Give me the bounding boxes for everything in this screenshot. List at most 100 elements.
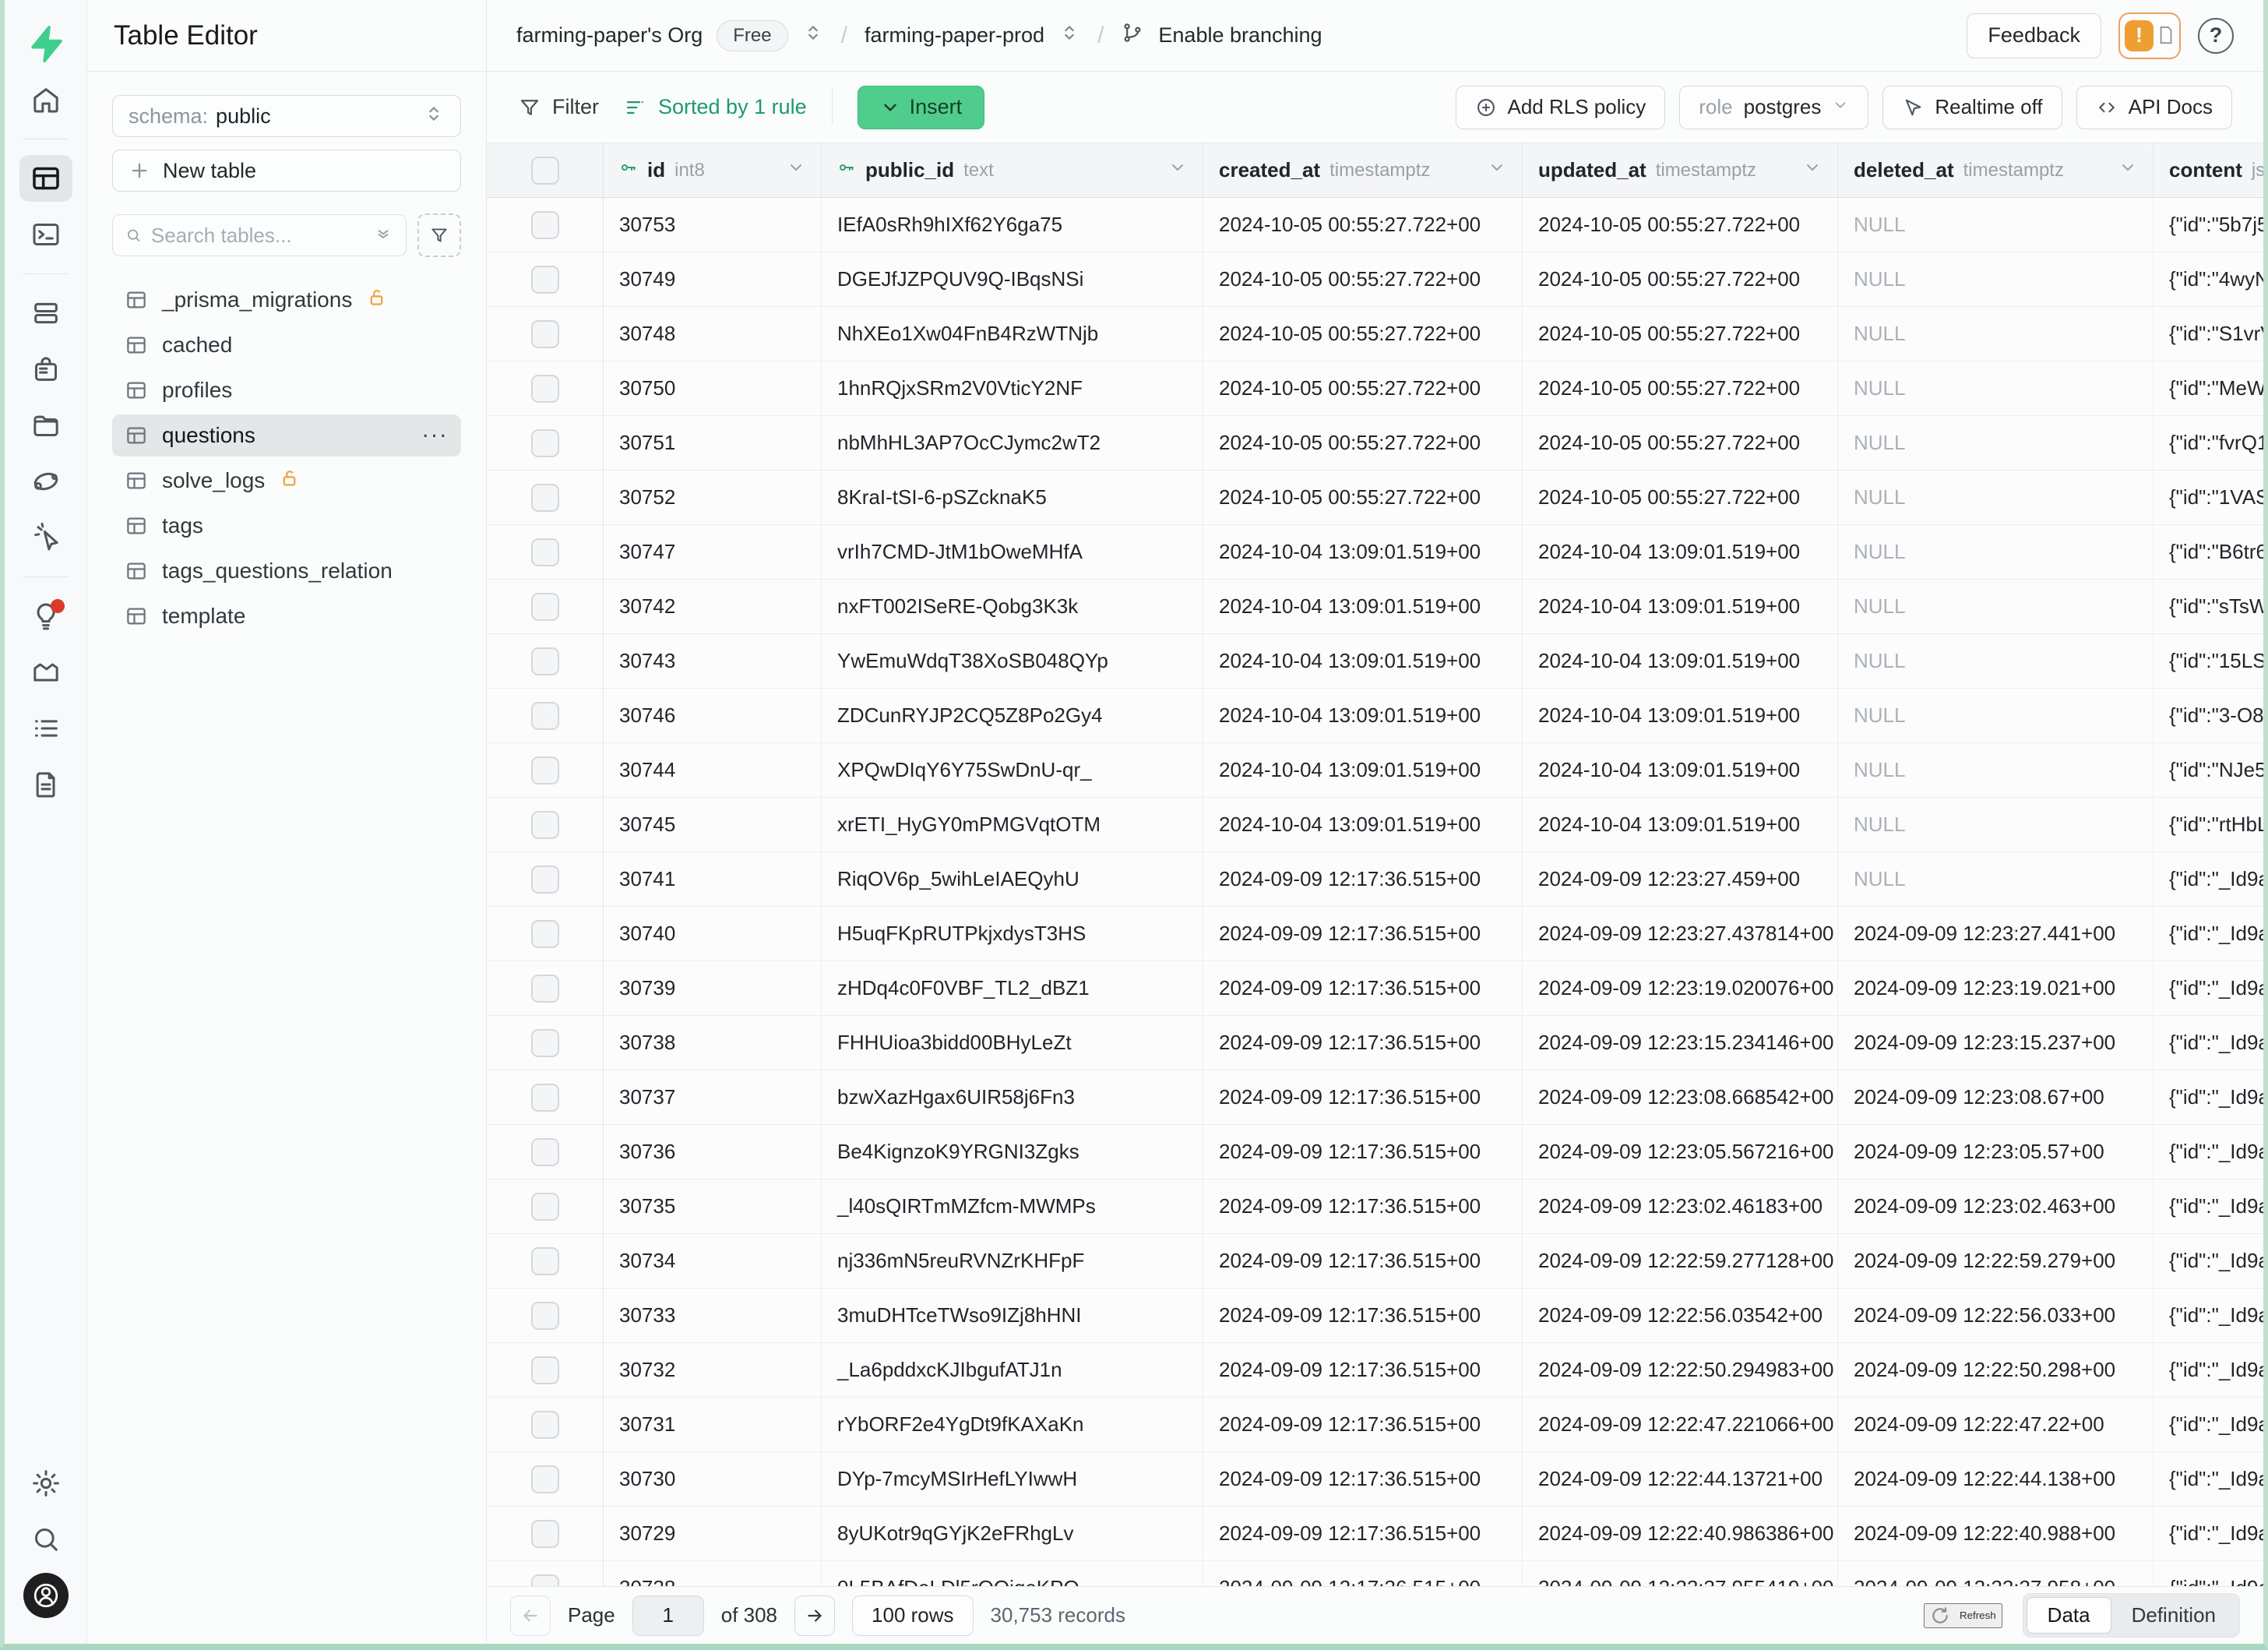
cell-updated-at[interactable]: 2024-09-09 12:22:37.955419+00 bbox=[1523, 1561, 1838, 1586]
row-checkbox[interactable] bbox=[531, 1356, 559, 1384]
cell-updated-at[interactable]: 2024-09-09 12:22:44.13721+00 bbox=[1523, 1452, 1838, 1506]
sort-button[interactable]: Sorted by 1 rule bbox=[624, 95, 807, 119]
cell-deleted-at[interactable]: NULL bbox=[1838, 361, 2154, 415]
table-row[interactable]: 30741 RiqOV6p_5wihLeIAEQyhU 2024-09-09 1… bbox=[487, 852, 2263, 907]
row-checkbox[interactable] bbox=[531, 920, 559, 948]
cell-updated-at[interactable]: 2024-09-09 12:22:40.986386+00 bbox=[1523, 1507, 1838, 1560]
cell-public-id[interactable]: FHHUioa3bidd00BHyLeZt bbox=[822, 1016, 1203, 1070]
table-row[interactable]: 30732 _La6pddxcKJIbgufATJ1n 2024-09-09 1… bbox=[487, 1343, 2263, 1398]
cell-content[interactable]: {"id":"_Id9aLyJpMHQLaiQC bbox=[2154, 852, 2263, 906]
row-checkbox[interactable] bbox=[531, 1193, 559, 1221]
cell-created-at[interactable]: 2024-10-04 13:09:01.519+00 bbox=[1203, 525, 1523, 579]
home-icon[interactable] bbox=[19, 76, 72, 123]
cell-updated-at[interactable]: 2024-09-09 12:23:05.567216+00 bbox=[1523, 1125, 1838, 1179]
column-menu-icon[interactable] bbox=[1803, 158, 1822, 182]
auth-icon[interactable] bbox=[19, 346, 72, 393]
refresh-button[interactable]: Refresh bbox=[1924, 1603, 2002, 1628]
cell-updated-at[interactable]: 2024-09-09 12:22:47.221066+00 bbox=[1523, 1398, 1838, 1451]
supabase-logo-icon[interactable] bbox=[19, 20, 72, 67]
cell-created-at[interactable]: 2024-09-09 12:17:36.515+00 bbox=[1203, 1234, 1523, 1288]
table-row[interactable]: 30738 FHHUioa3bidd00BHyLeZt 2024-09-09 1… bbox=[487, 1016, 2263, 1070]
cell-public-id[interactable]: XPQwDIqY6Y75SwDnU-qr_ bbox=[822, 743, 1203, 797]
cell-created-at[interactable]: 2024-09-09 12:17:36.515+00 bbox=[1203, 1398, 1523, 1451]
cell-deleted-at[interactable]: NULL bbox=[1838, 525, 2154, 579]
cell-created-at[interactable]: 2024-10-04 13:09:01.519+00 bbox=[1203, 689, 1523, 742]
sql-editor-icon[interactable] bbox=[19, 211, 72, 258]
cell-content[interactable]: {"id":"5b7j5Pz9WHBNmY_A bbox=[2154, 198, 2263, 252]
sidebar-table-item[interactable]: tags bbox=[112, 505, 461, 547]
cell-content[interactable]: {"id":"_Id9aLyJpMHQLaiQC bbox=[2154, 1070, 2263, 1124]
filter-button[interactable]: Filter bbox=[518, 95, 599, 119]
notifications-lightbulb-icon[interactable] bbox=[19, 593, 72, 640]
cell-created-at[interactable]: 2024-09-09 12:17:36.515+00 bbox=[1203, 907, 1523, 961]
row-checkbox[interactable] bbox=[531, 1302, 559, 1330]
cell-deleted-at[interactable]: NULL bbox=[1838, 852, 2154, 906]
cell-id[interactable]: 30729 bbox=[604, 1507, 822, 1560]
cell-created-at[interactable]: 2024-10-05 00:55:27.722+00 bbox=[1203, 416, 1523, 470]
row-checkbox[interactable] bbox=[531, 429, 559, 457]
row-checkbox[interactable] bbox=[531, 1574, 559, 1587]
table-row[interactable]: 30730 DYp-7mcyMSIrHefLYIwwH 2024-09-09 1… bbox=[487, 1452, 2263, 1507]
database-icon[interactable] bbox=[19, 290, 72, 337]
cell-updated-at[interactable]: 2024-10-05 00:55:27.722+00 bbox=[1523, 471, 1838, 524]
cell-public-id[interactable]: 8KraI-tSI-6-pSZcknaK5 bbox=[822, 471, 1203, 524]
cell-updated-at[interactable]: 2024-10-04 13:09:01.519+00 bbox=[1523, 798, 1838, 851]
cell-content[interactable]: {"id":"NJe5s8ZmBwnoB6e3 bbox=[2154, 743, 2263, 797]
cell-deleted-at[interactable]: 2024-09-09 12:23:27.441+00 bbox=[1838, 907, 2154, 961]
cell-id[interactable]: 30737 bbox=[604, 1070, 822, 1124]
cell-created-at[interactable]: 2024-09-09 12:17:36.515+00 bbox=[1203, 1125, 1523, 1179]
docs-icon[interactable] bbox=[19, 761, 72, 808]
sidebar-table-item[interactable]: _prisma_migrations bbox=[112, 279, 461, 321]
cell-created-at[interactable]: 2024-09-09 12:17:36.515+00 bbox=[1203, 1452, 1523, 1506]
row-checkbox[interactable] bbox=[531, 702, 559, 730]
cell-updated-at[interactable]: 2024-10-04 13:09:01.519+00 bbox=[1523, 580, 1838, 633]
cell-updated-at[interactable]: 2024-09-09 12:23:02.46183+00 bbox=[1523, 1179, 1838, 1233]
sidebar-table-item[interactable]: questions ... bbox=[112, 414, 461, 457]
cell-content[interactable]: {"id":"3-O8cn_xPgs0cVxqKE bbox=[2154, 689, 2263, 742]
cell-updated-at[interactable]: 2024-09-09 12:23:15.234146+00 bbox=[1523, 1016, 1838, 1070]
cell-id[interactable]: 30738 bbox=[604, 1016, 822, 1070]
cell-deleted-at[interactable]: NULL bbox=[1838, 580, 2154, 633]
cell-content[interactable]: {"id":"S1vrVC5BrB59wqcM4 bbox=[2154, 307, 2263, 361]
cell-public-id[interactable]: zHDq4c0F0VBF_TL2_dBZ1 bbox=[822, 961, 1203, 1015]
column-header[interactable]: updated_at timestamptz bbox=[1523, 143, 1838, 197]
cell-id[interactable]: 30750 bbox=[604, 361, 822, 415]
cell-deleted-at[interactable]: 2024-09-09 12:23:15.237+00 bbox=[1838, 1016, 2154, 1070]
cell-deleted-at[interactable]: NULL bbox=[1838, 252, 2154, 306]
cell-id[interactable]: 30752 bbox=[604, 471, 822, 524]
row-checkbox[interactable] bbox=[531, 538, 559, 566]
cell-public-id[interactable]: _l40sQIRTmMZfcm-MWMPs bbox=[822, 1179, 1203, 1233]
sidebar-table-item[interactable]: tags_questions_relation bbox=[112, 550, 461, 592]
table-row[interactable]: 30744 XPQwDIqY6Y75SwDnU-qr_ 2024-10-04 1… bbox=[487, 743, 2263, 798]
cell-id[interactable]: 30753 bbox=[604, 198, 822, 252]
cell-updated-at[interactable]: 2024-10-04 13:09:01.519+00 bbox=[1523, 689, 1838, 742]
row-checkbox[interactable] bbox=[531, 1520, 559, 1548]
cell-updated-at[interactable]: 2024-10-04 13:09:01.519+00 bbox=[1523, 525, 1838, 579]
cell-id[interactable]: 30744 bbox=[604, 743, 822, 797]
table-row[interactable]: 30740 H5uqFKpRUTPkjxdysT3HS 2024-09-09 1… bbox=[487, 907, 2263, 961]
cell-id[interactable]: 30741 bbox=[604, 852, 822, 906]
sidebar-table-item[interactable]: template bbox=[112, 595, 461, 637]
cell-public-id[interactable]: Be4KignzoK9YRGNI3Zgks bbox=[822, 1125, 1203, 1179]
table-row[interactable]: 30739 zHDq4c0F0VBF_TL2_dBZ1 2024-09-09 1… bbox=[487, 961, 2263, 1016]
chevron-updown-icon[interactable] bbox=[1058, 22, 1080, 49]
cell-created-at[interactable]: 2024-10-05 00:55:27.722+00 bbox=[1203, 471, 1523, 524]
cell-content[interactable]: {"id":"_Id9aLyJpMHQLaiQC bbox=[2154, 1507, 2263, 1560]
row-checkbox[interactable] bbox=[531, 1465, 559, 1493]
cell-updated-at[interactable]: 2024-09-09 12:22:56.03542+00 bbox=[1523, 1289, 1838, 1342]
rows-per-page-button[interactable]: 100 rows bbox=[852, 1595, 974, 1636]
cell-deleted-at[interactable]: NULL bbox=[1838, 198, 2154, 252]
cell-id[interactable]: 30746 bbox=[604, 689, 822, 742]
cell-id[interactable]: 30735 bbox=[604, 1179, 822, 1233]
cell-public-id[interactable]: IEfA0sRh9hIXf62Y6ga75 bbox=[822, 198, 1203, 252]
help-button[interactable]: ? bbox=[2198, 18, 2234, 54]
cell-deleted-at[interactable]: 2024-09-09 12:22:37.958+00 bbox=[1838, 1561, 2154, 1586]
cell-created-at[interactable]: 2024-09-09 12:17:36.515+00 bbox=[1203, 852, 1523, 906]
sidebar-table-item[interactable]: solve_logs bbox=[112, 460, 461, 502]
cell-content[interactable]: {"id":"_Id9aLyJpMHQLaiQC bbox=[2154, 1289, 2263, 1342]
cell-created-at[interactable]: 2024-09-09 12:17:36.515+00 bbox=[1203, 961, 1523, 1015]
row-checkbox[interactable] bbox=[531, 647, 559, 675]
prev-page-button[interactable] bbox=[510, 1595, 551, 1636]
cell-id[interactable]: 30730 bbox=[604, 1452, 822, 1506]
column-header[interactable]: public_id text bbox=[822, 143, 1203, 197]
